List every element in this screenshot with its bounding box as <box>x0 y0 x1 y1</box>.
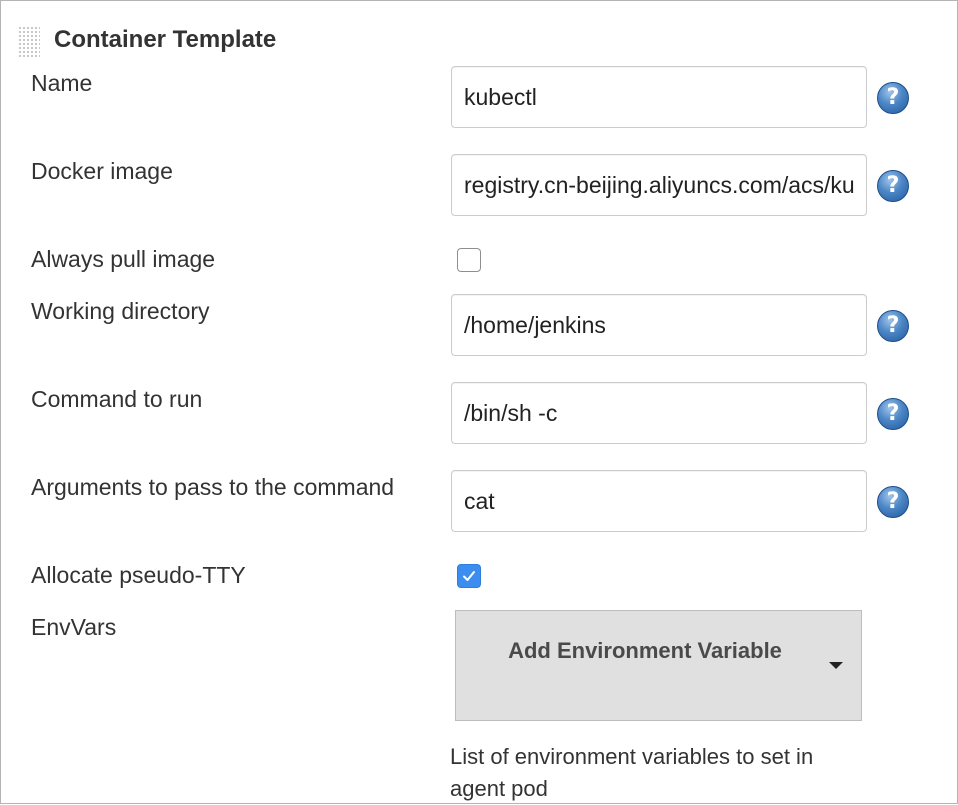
arguments-input[interactable] <box>451 470 867 532</box>
add-environment-variable-button[interactable]: Add Environment Variable <box>455 610 862 721</box>
add-environment-variable-label: Add Environment Variable <box>508 638 782 663</box>
docker-image-label: Docker image <box>31 158 173 184</box>
section-title: Container Template <box>54 26 277 53</box>
envvars-help-text: List of environment variables to set in … <box>450 744 814 801</box>
arguments-label: Arguments to pass to the command <box>31 474 395 500</box>
help-icon[interactable]: ? <box>877 310 909 342</box>
checkmark-icon <box>463 571 475 581</box>
working-directory-input[interactable] <box>451 294 867 356</box>
name-input[interactable] <box>451 66 867 128</box>
always-pull-label: Always pull image <box>31 246 216 272</box>
help-icon[interactable]: ? <box>877 486 909 518</box>
container-template-panel: Container Template Name ? Docker image ?… <box>0 0 958 804</box>
command-input[interactable] <box>451 382 867 444</box>
drag-handle-icon[interactable] <box>18 26 40 57</box>
help-icon[interactable]: ? <box>877 398 909 430</box>
tty-label: Allocate pseudo-TTY <box>31 562 246 588</box>
working-directory-label: Working directory <box>31 298 210 324</box>
chevron-down-icon <box>829 662 843 669</box>
docker-image-input[interactable] <box>451 154 867 216</box>
tty-checkbox[interactable] <box>457 564 481 588</box>
always-pull-checkbox[interactable] <box>457 248 481 272</box>
help-icon[interactable]: ? <box>877 170 909 202</box>
name-label: Name <box>31 70 93 96</box>
envvars-label: EnvVars <box>31 614 117 640</box>
command-label: Command to run <box>31 386 203 412</box>
help-icon[interactable]: ? <box>877 82 909 114</box>
